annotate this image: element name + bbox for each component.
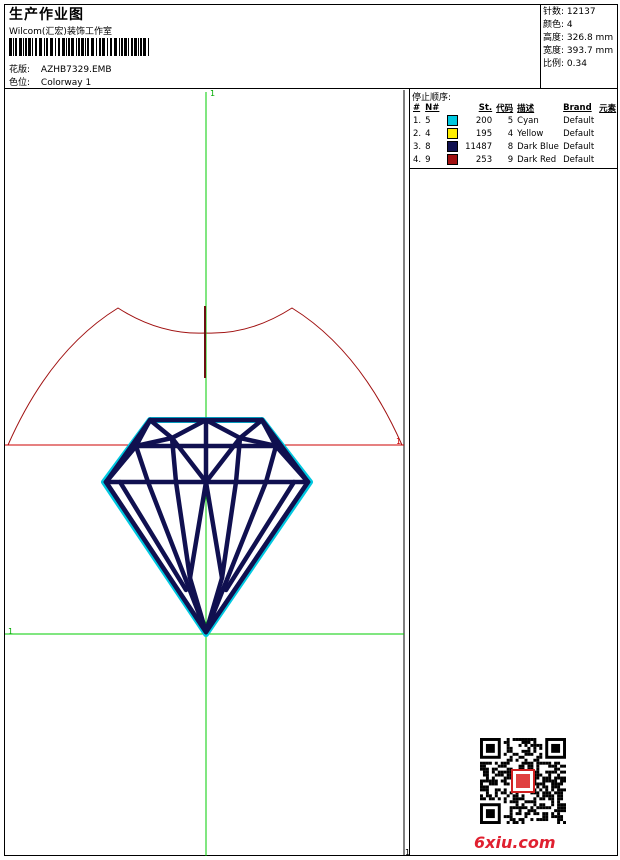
row-swatch <box>445 140 460 153</box>
stat-scale: 比例: 0.34 <box>543 59 587 69</box>
design-value: AZHB7329.EMB <box>40 65 112 75</box>
watermark: 6xiu.com <box>474 833 556 852</box>
row-element <box>597 114 618 127</box>
row-brand: Default <box>563 154 595 165</box>
color-swatch <box>447 154 459 165</box>
row-desc: Cyan <box>517 115 539 126</box>
qr-code <box>480 738 566 824</box>
table-row: 3. 8 11487 8 Dark Blue Default <box>411 140 618 153</box>
row-needle: 4 <box>425 128 431 139</box>
row-brand: Default <box>563 128 595 139</box>
row-code: 5 <box>507 115 514 126</box>
page-title: 生产作业图 <box>9 7 84 23</box>
barcode <box>9 38 149 56</box>
row-swatch <box>445 127 460 140</box>
col-code: 代码 <box>496 103 514 114</box>
stat-width: 宽度: 393.7 mm <box>543 46 614 56</box>
row-element <box>597 127 618 140</box>
color-swatch <box>447 115 459 126</box>
stat-stitches: 针数: 12137 <box>543 7 596 17</box>
table-row: 2. 4 195 4 Yellow Default <box>411 127 618 140</box>
row-code: 9 <box>507 154 514 165</box>
row-needle: 9 <box>425 154 431 165</box>
row-stitches: 200 <box>475 115 493 126</box>
col-num: # <box>413 102 421 113</box>
marker-top: 1 <box>210 89 215 98</box>
row-stitches: 11487 <box>465 141 493 152</box>
row-num: 3. <box>413 141 422 152</box>
marker-bottom: 1 <box>405 848 409 856</box>
stat-colors: 颜色: 4 <box>543 20 573 30</box>
design-label: 花版: <box>9 65 31 75</box>
row-num: 1. <box>413 115 422 126</box>
row-needle: 8 <box>425 141 431 152</box>
table-header-row: # N# St. 代码 描述 Brand 元素 <box>411 101 618 114</box>
color-swatch <box>447 141 459 152</box>
col-element: 元素 <box>599 103 617 114</box>
row-code: 4 <box>507 128 514 139</box>
col-brand: Brand <box>563 102 592 113</box>
design-row: 花版: AZHB7329.EMB <box>9 62 112 75</box>
stats-divider <box>540 4 541 88</box>
stat-height: 高度: 326.8 mm <box>543 33 614 43</box>
row-element <box>597 140 618 153</box>
panel-divider <box>409 88 410 856</box>
marker-right: 1 <box>396 437 401 446</box>
row-code: 8 <box>507 141 514 152</box>
row-desc: Dark Red <box>517 154 557 165</box>
colorway-label: 色位: <box>9 78 31 88</box>
colorway-value: Colorway 1 <box>40 78 92 88</box>
row-swatch <box>445 153 460 166</box>
stats-block: 针数: 12137 颜色: 4 高度: 326.8 mm 宽度: 393.7 m… <box>543 6 613 71</box>
company-name: Wilcom(汇宏)装饰工作室 <box>9 27 112 37</box>
table-row: 4. 9 253 9 Dark Red Default <box>411 153 618 166</box>
color-swatch <box>447 128 459 139</box>
row-stitches: 253 <box>475 154 493 165</box>
row-swatch <box>445 114 460 127</box>
row-brand: Default <box>563 141 595 152</box>
col-stitches: St. <box>478 102 493 113</box>
table-row: 1. 5 200 5 Cyan Default <box>411 114 618 127</box>
row-needle: 5 <box>425 115 431 126</box>
diamond-graphic <box>101 417 313 637</box>
row-num: 4. <box>413 154 422 165</box>
marker-left: 1 <box>8 627 13 636</box>
row-num: 2. <box>413 128 422 139</box>
row-brand: Default <box>563 115 595 126</box>
col-desc: 描述 <box>517 103 535 114</box>
col-swatch <box>445 101 460 114</box>
row-desc: Dark Blue <box>517 141 559 152</box>
design-canvas: 1 1 1 1 <box>5 89 409 856</box>
row-stitches: 195 <box>475 128 493 139</box>
stop-sequence-table: # N# St. 代码 描述 Brand 元素 1. 5 200 5 Cyan … <box>411 101 618 166</box>
row-desc: Yellow <box>517 128 544 139</box>
stops-bottom-divider <box>409 168 618 169</box>
row-element <box>597 153 618 166</box>
col-needle: N# <box>425 102 440 113</box>
colorway-row: 色位: Colorway 1 <box>9 75 91 88</box>
